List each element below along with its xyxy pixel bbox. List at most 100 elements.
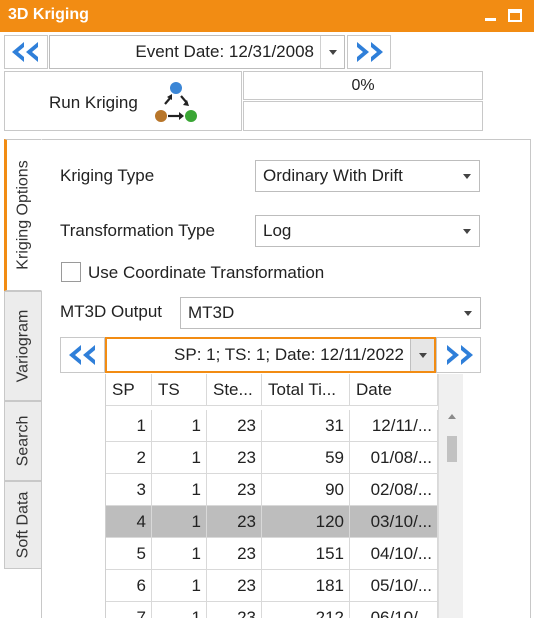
table-row[interactable]: 3 1 23 90 02/08/...: [106, 474, 438, 506]
tab-kriging-options[interactable]: Kriging Options: [4, 139, 42, 291]
chevron-down-icon: [463, 173, 471, 179]
mt3d-output-label: MT3D Output: [60, 302, 163, 321]
transformation-type-dropdown[interactable]: Log: [255, 215, 480, 247]
cell-steps: 23: [207, 538, 262, 570]
tab-label: Search: [14, 415, 32, 467]
mt3d-output-value: MT3D: [188, 303, 235, 322]
cell-steps: 23: [207, 474, 262, 506]
column-header-date[interactable]: Date: [350, 374, 438, 406]
table-row[interactable]: 1 1 23 31 12/11/...: [106, 410, 438, 442]
kriging-workflow-icon: [155, 82, 197, 122]
cell-sp: 6: [106, 570, 152, 602]
title-bar: 3D Kriging: [0, 0, 534, 32]
chevron-down-icon: [328, 49, 337, 55]
table-row-selected[interactable]: 4 1 23 120 03/10/...: [106, 506, 438, 538]
window-title: 3D Kriging: [8, 6, 89, 23]
minimize-icon[interactable]: [484, 9, 498, 23]
cell-total-time: 181: [262, 570, 350, 602]
stress-period-dropdown[interactable]: SP: 1; TS: 1; Date: 12/11/2022: [105, 337, 436, 373]
column-header-ts[interactable]: TS: [152, 374, 207, 406]
scrollbar-thumb[interactable]: [447, 436, 457, 462]
kriging-type-dropdown-arrow[interactable]: [455, 161, 479, 191]
cell-date: 03/10/...: [350, 506, 438, 538]
cell-total-time: 151: [262, 538, 350, 570]
double-arrow-left-icon: [12, 42, 38, 62]
run-kriging-button[interactable]: Run Kriging: [4, 71, 242, 131]
scroll-up-icon[interactable]: [448, 414, 456, 419]
double-arrow-right-icon: [446, 345, 473, 365]
chevron-down-icon: [464, 310, 472, 316]
cell-sp: 1: [106, 410, 152, 442]
event-date-text: Event Date: 12/31/2008: [135, 42, 314, 61]
event-date-dropdown[interactable]: Event Date: 12/31/2008: [49, 35, 345, 69]
tab-label: Variogram: [14, 309, 31, 383]
table-scrollbar[interactable]: [438, 374, 463, 618]
double-arrow-left-icon: [68, 345, 95, 365]
cell-ts: 1: [152, 410, 207, 442]
table-row[interactable]: 7 1 23 212 06/10/...: [106, 602, 438, 618]
tab-variogram[interactable]: Variogram: [4, 291, 42, 401]
column-header-total-time[interactable]: Total Ti...: [262, 374, 350, 406]
cell-date: 06/10/...: [350, 602, 438, 618]
maximize-icon[interactable]: [508, 9, 522, 22]
cell-total-time: 31: [262, 410, 350, 442]
table-row[interactable]: 5 1 23 151 04/10/...: [106, 538, 438, 570]
tab-label: Soft Data: [14, 491, 32, 559]
cell-ts: 1: [152, 506, 207, 538]
transformation-type-dropdown-arrow[interactable]: [455, 216, 479, 246]
mt3d-output-dropdown[interactable]: MT3D: [180, 297, 481, 329]
chevron-down-icon: [418, 352, 427, 358]
use-coordinate-transformation-checkbox[interactable]: [61, 262, 81, 282]
cell-ts: 1: [152, 538, 207, 570]
next-event-button[interactable]: [347, 35, 391, 69]
table-row[interactable]: 6 1 23 181 05/10/...: [106, 570, 438, 602]
cell-sp: 3: [106, 474, 152, 506]
cell-sp: 4: [106, 506, 152, 538]
cell-sp: 5: [106, 538, 152, 570]
cell-steps: 23: [207, 570, 262, 602]
cell-date: 12/11/...: [350, 410, 438, 442]
cell-total-time: 59: [262, 442, 350, 474]
cell-ts: 1: [152, 442, 207, 474]
cell-sp: 2: [106, 442, 152, 474]
cell-date: 02/08/...: [350, 474, 438, 506]
next-stress-period-button[interactable]: [436, 337, 481, 373]
cell-steps: 23: [207, 506, 262, 538]
use-coordinate-transformation-label: Use Coordinate Transformation: [88, 263, 325, 282]
cell-steps: 23: [207, 602, 262, 618]
table-header-row: SP TS Ste... Total Ti... Date: [106, 374, 438, 406]
event-date-dropdown-arrow[interactable]: [320, 36, 344, 68]
progress-bar: 0%: [243, 71, 483, 100]
kriging-type-dropdown[interactable]: Ordinary With Drift: [255, 160, 480, 192]
chevron-down-icon: [463, 228, 471, 234]
cell-total-time: 90: [262, 474, 350, 506]
cell-date: 05/10/...: [350, 570, 438, 602]
tab-label: Kriging Options: [15, 160, 33, 270]
cell-total-time: 120: [262, 506, 350, 538]
previous-event-button[interactable]: [4, 35, 48, 69]
tab-soft-data[interactable]: Soft Data: [4, 481, 42, 569]
status-box: [243, 101, 483, 131]
cell-sp: 7: [106, 602, 152, 618]
previous-stress-period-button[interactable]: [60, 337, 105, 373]
column-header-sp[interactable]: SP: [106, 374, 152, 406]
mt3d-output-dropdown-arrow[interactable]: [456, 298, 480, 328]
cell-ts: 1: [152, 474, 207, 506]
stress-period-text: SP: 1; TS: 1; Date: 12/11/2022: [174, 345, 404, 364]
progress-percent: 0%: [351, 77, 375, 94]
cell-date: 01/08/...: [350, 442, 438, 474]
double-arrow-right-icon: [357, 42, 383, 62]
tab-search[interactable]: Search: [4, 401, 42, 481]
transformation-type-label: Transformation Type: [60, 221, 215, 240]
stress-period-dropdown-arrow[interactable]: [410, 339, 434, 371]
column-header-steps[interactable]: Ste...: [207, 374, 262, 406]
cell-steps: 23: [207, 410, 262, 442]
kriging-type-label: Kriging Type: [60, 166, 155, 185]
cell-date: 04/10/...: [350, 538, 438, 570]
run-kriging-label: Run Kriging: [49, 93, 138, 112]
transformation-type-value: Log: [263, 221, 292, 240]
table-row[interactable]: 2 1 23 59 01/08/...: [106, 442, 438, 474]
kriging-type-value: Ordinary With Drift: [263, 166, 403, 185]
stress-period-table[interactable]: SP TS Ste... Total Ti... Date 1 1 23 31 …: [105, 374, 463, 618]
cell-ts: 1: [152, 570, 207, 602]
